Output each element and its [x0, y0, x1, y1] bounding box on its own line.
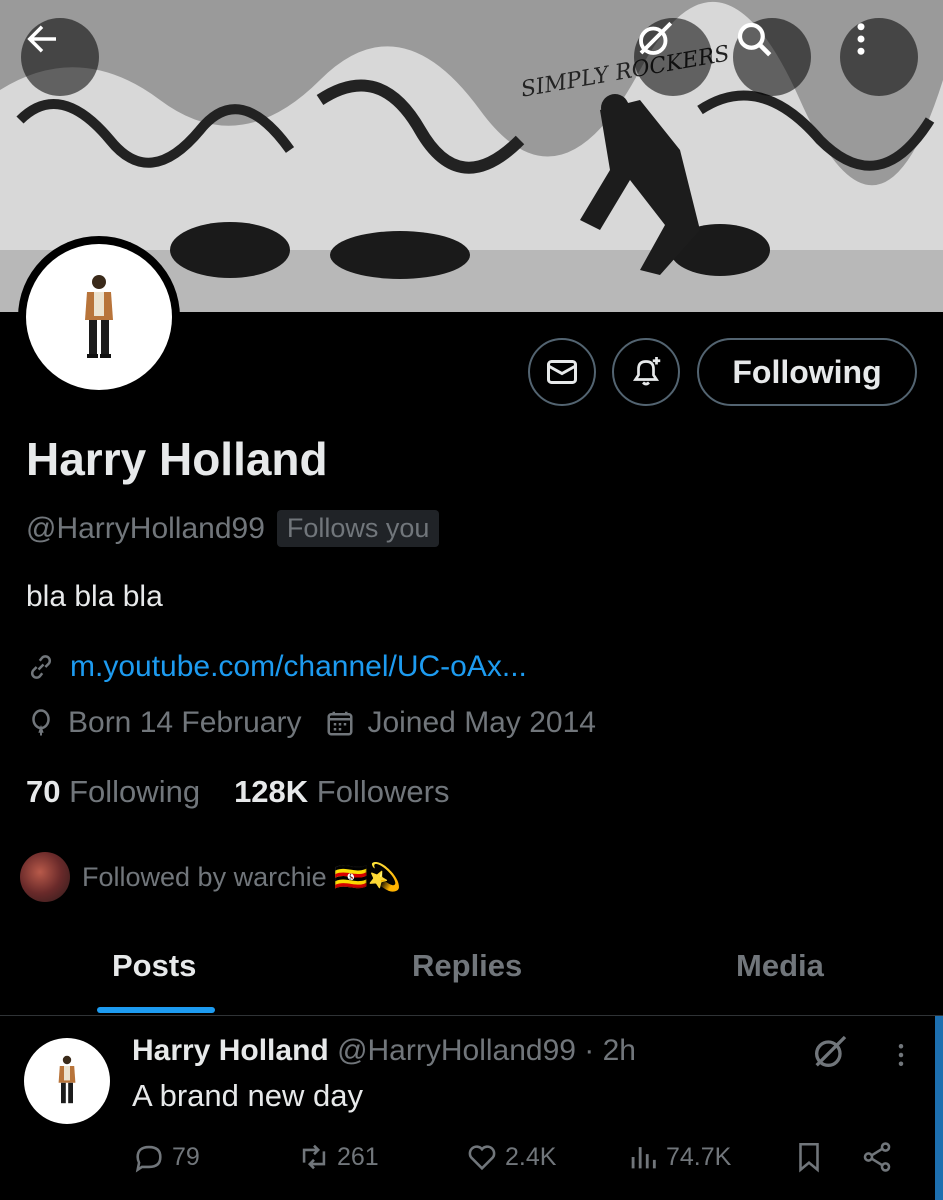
views-icon: [631, 1147, 656, 1169]
follower-avatar: [20, 852, 70, 902]
tab-posts[interactable]: Posts: [112, 948, 196, 984]
bookmark-icon: [799, 1142, 819, 1173]
profile-website-link[interactable]: m.youtube.com/channel/UC-oAx...: [70, 650, 527, 684]
active-tab-indicator: [97, 1007, 215, 1013]
profile-stats: 70 Following 128K Followers: [26, 774, 449, 810]
notify-button[interactable]: [612, 338, 680, 406]
person-figure-image: [58, 1055, 76, 1104]
message-button[interactable]: [528, 338, 596, 406]
profile-link-row: m.youtube.com/channel/UC-oAx...: [26, 650, 527, 684]
joined-item: Joined May 2014: [325, 706, 596, 740]
arrow-left-icon: [27, 25, 56, 53]
post-actions: 79 261 2.4K 74.7K: [132, 1140, 912, 1180]
avatar-image: [26, 244, 172, 390]
birthday-text: Born 14 February: [68, 706, 302, 739]
reply-count: 79: [172, 1142, 200, 1171]
person-figure-image: [85, 275, 113, 358]
grok-icon[interactable]: [810, 1032, 850, 1072]
followed-by-row[interactable]: Followed by warchie 🇺🇬💫: [20, 852, 401, 902]
balloon-icon: [32, 709, 50, 736]
bell-plus-icon: [632, 357, 661, 386]
back-button[interactable]: [21, 18, 99, 96]
followers-count: 128K: [234, 774, 309, 809]
repost-button[interactable]: 261: [297, 1140, 379, 1174]
profile-bio: bla bla bla: [26, 580, 163, 613]
post-header: Harry Holland @HarryHolland99 · 2h: [132, 1034, 636, 1068]
repost-icon: [302, 1144, 326, 1170]
calendar-icon: [327, 711, 353, 736]
follows-you-badge: Follows you: [276, 510, 440, 547]
profile-handle: @HarryHolland99: [26, 511, 265, 545]
post-text: A brand new day: [132, 1078, 363, 1113]
more-vertical-icon: [857, 23, 865, 55]
like-button[interactable]: 2.4K: [465, 1140, 556, 1174]
envelope-icon: [547, 360, 577, 384]
profile-avatar[interactable]: [18, 236, 180, 398]
following-button[interactable]: Following: [697, 338, 917, 406]
profile-tabs: Posts Replies Media: [0, 930, 943, 1016]
like-count: 2.4K: [505, 1142, 557, 1171]
repost-count: 261: [337, 1142, 379, 1171]
share-button[interactable]: [860, 1140, 894, 1174]
search-icon: [737, 22, 772, 57]
birthday-item: Born 14 February: [26, 706, 301, 740]
post-handle-time: @HarryHolland99 · 2h: [337, 1034, 636, 1067]
profile-meta-row: Born 14 February Joined May 2014: [26, 706, 620, 740]
followers-stat[interactable]: 128K Followers: [234, 774, 449, 810]
joined-text: Joined May 2014: [367, 706, 596, 739]
tab-replies[interactable]: Replies: [412, 948, 522, 984]
scrollbar[interactable]: [935, 1016, 943, 1200]
grok-button[interactable]: [634, 18, 712, 96]
profile-name: Harry Holland: [26, 433, 328, 485]
views-count: 74.7K: [666, 1142, 732, 1171]
reply-button[interactable]: 79: [132, 1140, 200, 1174]
following-label: Following: [69, 774, 201, 809]
tab-media[interactable]: Media: [736, 948, 824, 984]
post-avatar[interactable]: [24, 1038, 110, 1124]
more-vertical-icon[interactable]: [886, 1038, 916, 1072]
bookmark-button[interactable]: [792, 1140, 826, 1174]
link-icon: [30, 655, 52, 679]
handle-row: @HarryHolland99 Follows you: [26, 510, 440, 547]
followed-by-text: Followed by warchie 🇺🇬💫: [82, 862, 402, 892]
post-author-name: Harry Holland: [132, 1034, 329, 1067]
followers-label: Followers: [316, 774, 450, 809]
reply-icon: [135, 1145, 162, 1173]
search-button[interactable]: [733, 18, 811, 96]
grok-icon: [639, 21, 673, 55]
post-item[interactable]: Harry Holland @HarryHolland99 · 2h A bra…: [0, 1016, 943, 1200]
more-button[interactable]: [840, 18, 918, 96]
share-icon: [863, 1142, 891, 1172]
following-stat[interactable]: 70 Following: [26, 774, 200, 810]
following-count: 70: [26, 774, 61, 809]
views-button[interactable]: 74.7K: [626, 1140, 731, 1174]
heart-icon: [468, 1145, 496, 1171]
